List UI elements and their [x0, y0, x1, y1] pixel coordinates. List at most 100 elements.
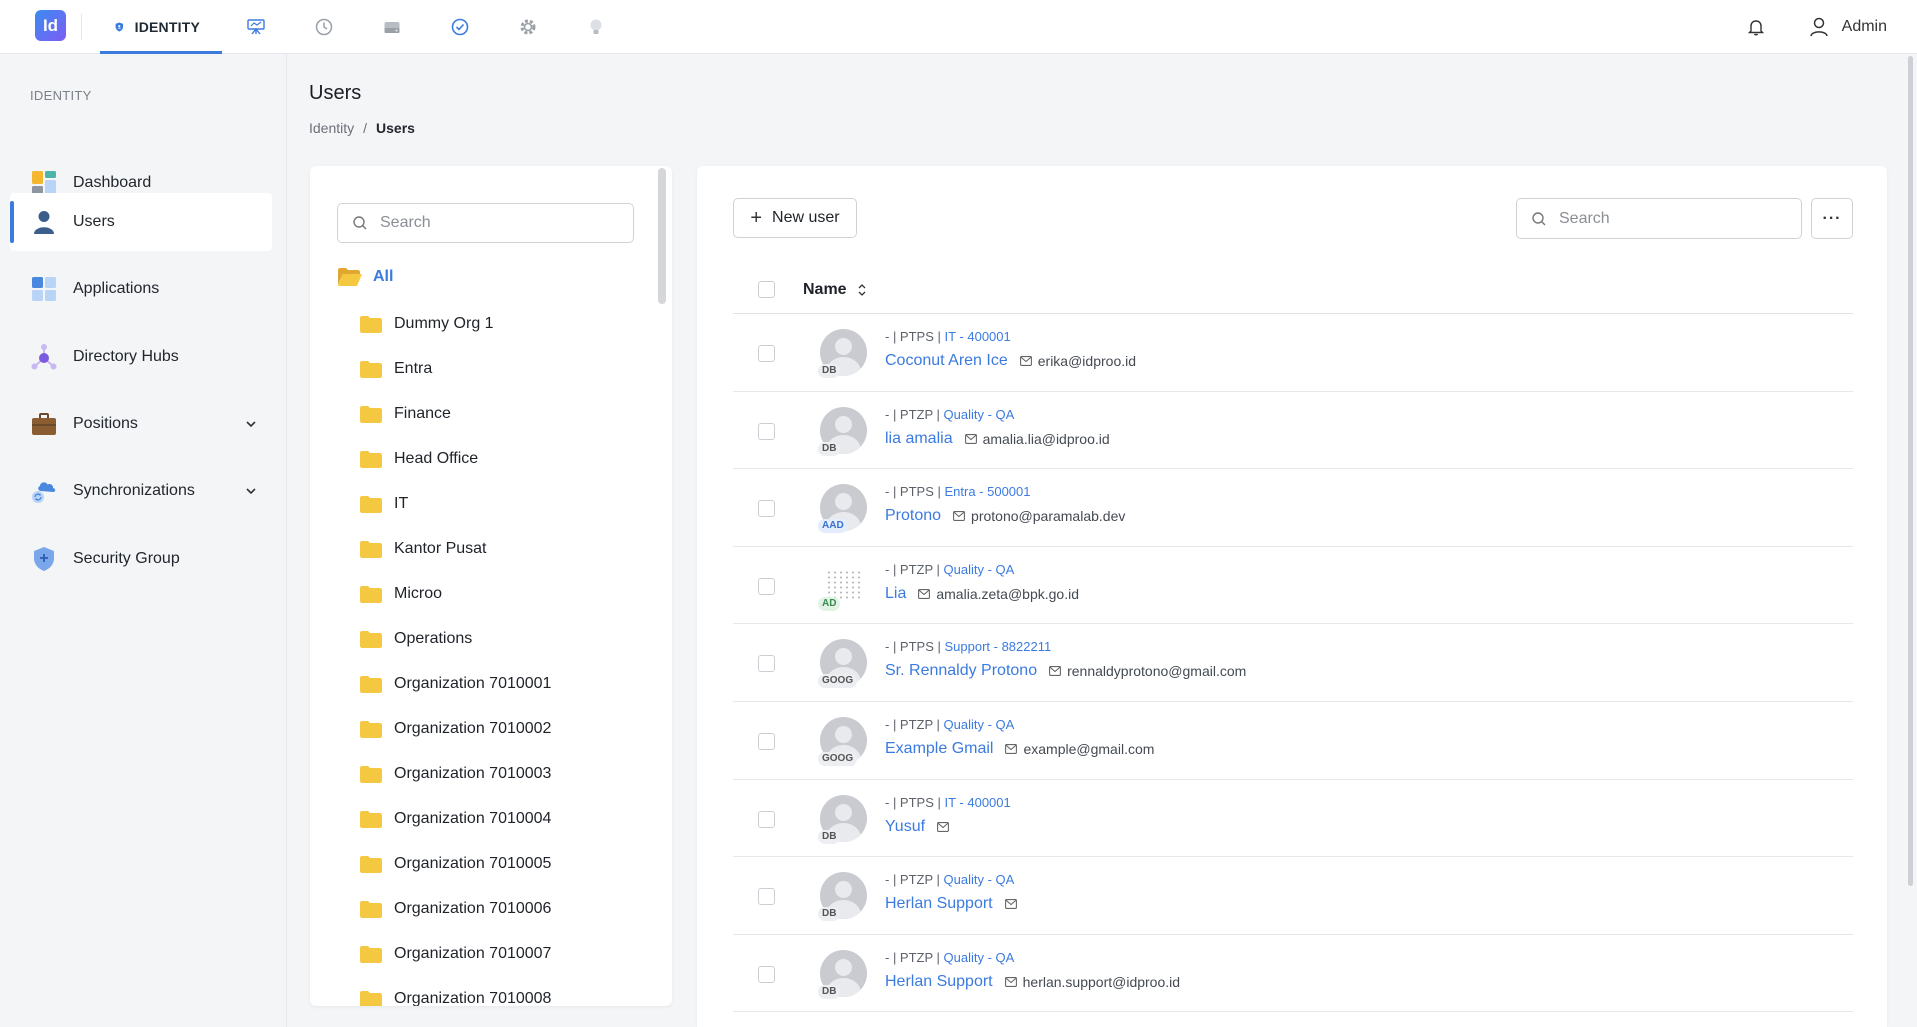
tree-scrollbar[interactable] [658, 168, 666, 304]
tree-search-input[interactable] [380, 214, 620, 232]
user-row[interactable]: GOOG - | PTZP | Quality - QA Example Gmail… [733, 702, 1853, 780]
tree-node[interactable]: Kantor Pusat [360, 526, 551, 571]
tree-node[interactable]: Organization 7010007 [360, 931, 551, 976]
user-row[interactable]: AAD - | PTPS | Entra - 500001 Protono proto… [733, 469, 1853, 547]
tree-node[interactable]: Organization 7010008 [360, 976, 551, 1006]
tree-node[interactable]: Organization 7010001 [360, 661, 551, 706]
tab-presentation[interactable] [222, 0, 290, 54]
user-org-link[interactable]: Support - 8822211 [944, 639, 1051, 654]
search-icon [1532, 211, 1546, 225]
user-org-link[interactable]: Quality - QA [944, 950, 1015, 965]
mail-icon [918, 588, 931, 599]
bell-icon[interactable] [1746, 17, 1766, 37]
sidebar-item-synchronizations[interactable]: Synchronizations [10, 462, 272, 520]
tree-node[interactable]: Finance [360, 391, 551, 436]
breadcrumb-item-identity[interactable]: Identity [309, 120, 354, 136]
tree-node-all[interactable]: All [337, 266, 393, 288]
user-name-link[interactable]: Protono [885, 507, 941, 525]
user-name-link[interactable]: Herlan Support [885, 973, 993, 991]
tree-node[interactable]: Organization 7010005 [360, 841, 551, 886]
row-checkbox[interactable] [758, 577, 775, 595]
tab-identity[interactable]: IDENTITY [100, 0, 222, 54]
tree-node[interactable]: Head Office [360, 436, 551, 481]
tree-node[interactable]: Microo [360, 571, 551, 616]
select-all-checkbox[interactable] [758, 281, 775, 298]
mail-icon [1005, 744, 1018, 754]
row-checkbox[interactable] [758, 732, 775, 750]
row-checkbox[interactable] [758, 655, 775, 673]
sort-icon[interactable] [857, 283, 867, 297]
user-name-line: Coconut Aren Ice erika@idproo.id [885, 352, 1136, 370]
user-row[interactable]: DB - | PTPS | IT - 400001 Coconut Aren Ice… [733, 314, 1853, 392]
user-row[interactable]: GOOG - | PTPS | Support - 8822211 Sr. Renn… [733, 624, 1853, 702]
tab-ideas[interactable] [562, 0, 630, 54]
app-logo[interactable]: Id [35, 10, 66, 41]
tree-node[interactable]: Organization 7010003 [360, 751, 551, 796]
row-checkbox[interactable] [758, 810, 775, 828]
breadcrumb-separator: / [363, 120, 368, 136]
user-name-link[interactable]: Sr. Rennaldy Protono [885, 662, 1037, 680]
user-row[interactable]: DB - | PTPS | IT - 400001 Yusuf [733, 780, 1853, 858]
tree-node[interactable]: Organization 7010004 [360, 796, 551, 841]
new-user-button[interactable]: + New user [733, 198, 857, 238]
user-row[interactable]: AD - | PTZP | Quality - QA Lia amalia.zeta@… [733, 547, 1853, 625]
sidebar-item-directory-hubs[interactable]: Directory Hubs [10, 328, 272, 386]
column-name-header[interactable]: Name [803, 281, 867, 299]
tree-node[interactable]: Entra [360, 346, 551, 391]
row-checkbox[interactable] [758, 965, 775, 983]
tab-history[interactable] [290, 0, 358, 54]
chevron-down-icon[interactable] [244, 484, 258, 498]
user-org-link[interactable]: Quality - QA [944, 717, 1015, 732]
users-search-input[interactable] [1559, 209, 1789, 228]
tree-node-label: Dummy Org 1 [394, 314, 494, 332]
hub-icon [31, 344, 57, 370]
row-checkbox[interactable] [758, 422, 775, 440]
new-user-label: New user [772, 209, 840, 226]
user-icon[interactable] [1808, 16, 1830, 38]
more-options-button[interactable]: ··· [1811, 198, 1853, 239]
user-name-link[interactable]: Yusuf [885, 818, 925, 836]
source-badge: DB [818, 984, 841, 999]
top-nav: IDENTITY [100, 0, 630, 54]
chevron-down-icon[interactable] [244, 417, 258, 431]
user-name-link[interactable]: Example Gmail [885, 740, 993, 758]
row-checkbox[interactable] [758, 500, 775, 518]
user-name-link[interactable]: Lia [885, 585, 906, 603]
user-org-link[interactable]: Quality - QA [944, 562, 1015, 577]
tab-approval[interactable] [426, 0, 494, 54]
tree-node[interactable]: IT [360, 481, 551, 526]
user-row[interactable]: DB - | PTZP | Quality - QA lia amalia amali… [733, 392, 1853, 470]
tree-node[interactable]: Operations [360, 616, 551, 661]
tree-node-label: Organization 7010006 [394, 899, 552, 917]
tree-node[interactable]: Dummy Org 1 [360, 301, 551, 346]
tree-node[interactable]: Organization 7010002 [360, 706, 551, 751]
user-email: example@gmail.com [1023, 740, 1155, 757]
mail-icon [1049, 666, 1062, 677]
tab-settings[interactable] [494, 0, 562, 54]
row-checkbox[interactable] [758, 345, 775, 362]
user-name-line: Example Gmail example@gmail.com [885, 740, 1154, 758]
user-org-link[interactable]: IT - 400001 [944, 329, 1010, 344]
user-row[interactable]: DB - | PTZP | Quality - QA Herlan Support h… [733, 935, 1853, 1013]
user-org-link[interactable]: Quality - QA [944, 872, 1015, 887]
user-org-link[interactable]: IT - 400001 [944, 795, 1010, 810]
row-checkbox[interactable] [758, 888, 775, 906]
tree-node-label: Organization 7010008 [394, 989, 552, 1007]
admin-label[interactable]: Admin [1842, 18, 1887, 36]
sidebar-item-applications[interactable]: Applications [10, 260, 272, 318]
user-meta: - | PTZP | Quality - QA [885, 950, 1014, 965]
sidebar-item-security-group[interactable]: Security Group [10, 530, 272, 588]
tab-storage[interactable] [358, 0, 426, 54]
user-name-link[interactable]: lia amalia [885, 430, 953, 448]
user-org-link[interactable]: Entra - 500001 [944, 484, 1030, 499]
tree-node[interactable]: Organization 7010006 [360, 886, 551, 931]
gear-icon [520, 19, 536, 35]
user-name-link[interactable]: Herlan Support [885, 895, 993, 913]
mail-icon [953, 511, 965, 522]
user-name-link[interactable]: Coconut Aren Ice [885, 352, 1008, 370]
user-org-link[interactable]: Quality - QA [944, 407, 1015, 422]
user-row[interactable]: DB - | PTZP | Quality - QA Herlan Support [733, 857, 1853, 935]
sidebar-item-users[interactable]: Users [10, 193, 272, 251]
sidebar-item-positions[interactable]: Positions [10, 395, 272, 453]
page-scrollbar-thumb[interactable] [1908, 56, 1913, 886]
